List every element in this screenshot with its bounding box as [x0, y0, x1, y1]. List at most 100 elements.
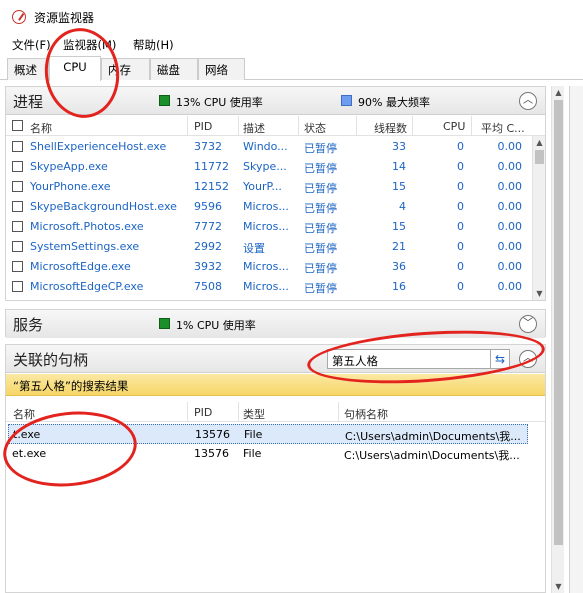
process-pid: 11772	[194, 160, 229, 173]
search-result-bar: “第五人格”的搜索结果	[6, 374, 545, 396]
col-handle-path[interactable]: 句柄名称	[344, 406, 388, 422]
scroll-down-icon[interactable]: ▼	[533, 287, 546, 300]
col-handle-type[interactable]: 类型	[243, 406, 265, 422]
process-cpu: 0	[457, 140, 464, 153]
col-status[interactable]: 状态	[304, 120, 326, 136]
column-separator	[338, 402, 339, 422]
services-panel: 服务 1% CPU 使用率 ﹀	[5, 309, 546, 338]
process-threads: 15	[392, 220, 406, 233]
process-cpu: 0	[457, 180, 464, 193]
menu-monitor[interactable]: 监视器(M)	[63, 37, 116, 53]
process-description: YourP...	[243, 180, 282, 193]
handles-header[interactable]: 关联的句柄 第五人格 ✕ ⇆ ︿	[6, 345, 545, 373]
processes-scrollbar[interactable]: ▲ ▼	[532, 136, 545, 300]
row-checkbox[interactable]	[12, 241, 23, 252]
scroll-up-icon[interactable]: ▲	[552, 86, 565, 99]
services-header[interactable]: 服务 1% CPU 使用率 ﹀	[6, 310, 545, 338]
expand-down-icon[interactable]: ﹀	[519, 315, 537, 333]
process-avg-cpu: 0.00	[497, 140, 523, 153]
window-title: 资源监视器	[34, 11, 95, 25]
process-avg-cpu: 0.00	[497, 220, 523, 233]
process-description: 设置	[243, 242, 265, 255]
process-row[interactable]: ShellExperienceHost.exe 3732 Windo... 已暂停 33…	[6, 137, 545, 157]
process-cpu: 0	[457, 160, 464, 173]
row-checkbox[interactable]	[12, 181, 23, 192]
process-avg-cpu: 0.00	[497, 160, 523, 173]
select-all-checkbox[interactable]	[12, 120, 23, 131]
process-status: 已暂停	[304, 202, 337, 215]
handle-pid: 13576	[194, 447, 229, 460]
process-status: 已暂停	[304, 242, 337, 255]
row-checkbox[interactable]	[12, 281, 23, 292]
handle-row[interactable]: t.exe 13576 File C:\Users\admin\Documents\我…	[8, 424, 528, 444]
column-separator	[187, 402, 188, 422]
handle-process-name: et.exe	[12, 447, 47, 460]
process-description: Skype...	[243, 160, 287, 173]
row-checkbox[interactable]	[12, 161, 23, 172]
collapse-up-icon[interactable]: ︿	[519, 92, 537, 110]
scroll-down-icon[interactable]: ▼	[552, 580, 565, 593]
col-handle-pid[interactable]: PID	[194, 406, 212, 419]
col-name[interactable]: 名称	[30, 120, 52, 136]
process-row[interactable]: YourPhone.exe 12152 YourP... 已暂停 15 0 0.00	[6, 177, 545, 197]
window-scrollbar[interactable]: ▲ ▼	[551, 86, 564, 593]
tab-network[interactable]: 网络	[198, 58, 245, 80]
process-name: Microsoft.Photos.exe	[30, 220, 144, 233]
process-row[interactable]: SkypeBackgroundHost.exe 9596 Micros... 已暂停 4…	[6, 197, 545, 217]
column-separator	[471, 116, 472, 136]
col-handle-name[interactable]: 名称	[13, 406, 35, 422]
handle-process-name: t.exe	[13, 428, 41, 441]
process-pid: 7772	[194, 220, 222, 233]
tab-memory[interactable]: 内存	[101, 58, 150, 80]
menu-file[interactable]: 文件(F)	[12, 37, 51, 53]
col-cpu[interactable]: CPU	[443, 120, 465, 133]
refresh-icon[interactable]: ⇆	[490, 349, 510, 369]
col-avg-cpu[interactable]: 平均 C...	[481, 120, 525, 136]
handles-search-input[interactable]: 第五人格 ✕	[327, 349, 503, 369]
col-threads[interactable]: 线程数	[374, 120, 407, 136]
process-row[interactable]: SkypeApp.exe 11772 Skype... 已暂停 14 0 0.00	[6, 157, 545, 177]
process-row[interactable]: Microsoft.Photos.exe 7772 Micros... 已暂停 15 0 0…	[6, 217, 545, 237]
process-status: 已暂停	[304, 182, 337, 195]
column-separator	[412, 116, 413, 136]
processes-header[interactable]: 进程 13% CPU 使用率 90% 最大频率 ︿	[6, 87, 545, 115]
process-threads: 4	[399, 200, 406, 213]
col-description[interactable]: 描述	[243, 120, 265, 136]
handles-column-header: 名称 PID 类型 句柄名称	[6, 402, 545, 422]
collapse-up-icon[interactable]: ︿	[519, 350, 537, 368]
tab-disk[interactable]: 磁盘	[150, 58, 198, 80]
column-separator	[356, 116, 357, 136]
process-row[interactable]: MicrosoftEdge.exe 3932 Micros... 已暂停 36 0 0.00	[6, 257, 545, 277]
tab-overview[interactable]: 概述	[7, 58, 49, 80]
search-value: 第五人格	[332, 354, 378, 368]
scrollbar-thumb[interactable]	[554, 100, 563, 545]
row-checkbox[interactable]	[12, 221, 23, 232]
row-checkbox[interactable]	[12, 141, 23, 152]
process-name: SystemSettings.exe	[30, 240, 140, 253]
scroll-up-icon[interactable]: ▲	[533, 136, 546, 149]
row-checkbox[interactable]	[12, 201, 23, 212]
process-avg-cpu: 0.00	[497, 260, 523, 273]
max-frequency-meter	[341, 95, 352, 106]
title-bar: 资源监视器	[0, 0, 583, 34]
col-pid[interactable]: PID	[194, 120, 212, 133]
process-description: Micros...	[243, 220, 289, 233]
handle-row[interactable]: et.exe 13576 File C:\Users\admin\Documents\…	[8, 444, 528, 464]
process-row[interactable]: SystemSettings.exe 2992 设置 已暂停 21 0 0.00	[6, 237, 545, 257]
tab-cpu[interactable]: CPU	[49, 56, 101, 81]
tab-bar: 概述 CPU 内存 磁盘 网络	[0, 56, 583, 81]
menu-help[interactable]: 帮助(H)	[133, 37, 174, 53]
process-description: Windo...	[243, 140, 288, 153]
scrollbar-thumb[interactable]	[535, 150, 544, 164]
process-threads: 15	[392, 180, 406, 193]
processes-column-header: 名称 PID 描述 状态 线程数 CPU 平均 C...	[6, 116, 545, 136]
cpu-usage-label: 13% CPU 使用率	[176, 96, 263, 109]
services-title: 服务	[13, 316, 44, 334]
process-avg-cpu: 0.00	[497, 240, 523, 253]
process-status: 已暂停	[304, 262, 337, 275]
process-row[interactable]: MicrosoftEdgeCP.exe 7508 Micros... 已暂停 16 0 0.…	[6, 277, 545, 297]
row-checkbox[interactable]	[12, 261, 23, 272]
process-pid: 2992	[194, 240, 222, 253]
process-threads: 16	[392, 280, 406, 293]
process-name: SkypeBackgroundHost.exe	[30, 200, 177, 213]
